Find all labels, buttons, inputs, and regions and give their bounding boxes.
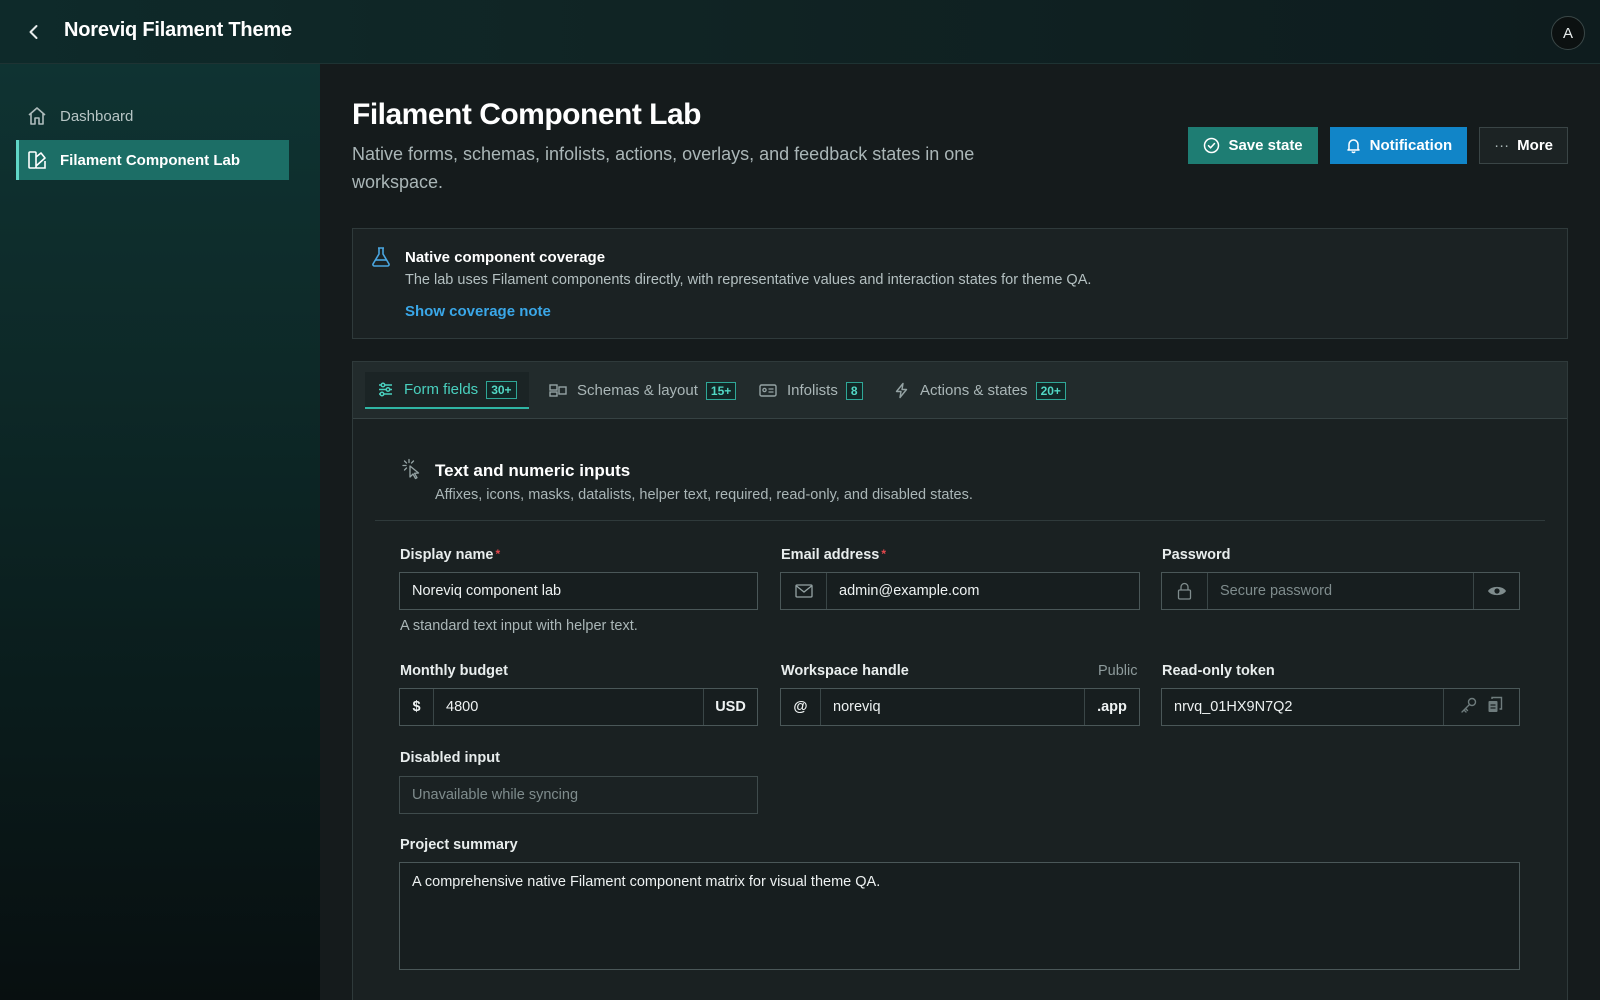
check-circle-icon — [1203, 137, 1220, 154]
sidebar-item-dashboard[interactable]: Dashboard — [16, 96, 289, 136]
top-bar: Noreviq Filament Theme A — [0, 0, 1600, 64]
sidebar-item-label: Filament Component Lab — [60, 151, 240, 169]
cursor-click-icon — [401, 458, 423, 485]
tab-count-badge: 30+ — [486, 380, 517, 399]
show-coverage-note-link[interactable]: Show coverage note — [405, 303, 551, 320]
email-field[interactable]: admin@example.com — [780, 572, 1140, 610]
tab-bar: Form fields 30+ Schemas & layout 15+ Inf… — [353, 362, 1567, 419]
required-asterisk: * — [881, 547, 886, 561]
back-arrow-icon[interactable] — [22, 20, 46, 44]
eye-icon[interactable] — [1473, 573, 1519, 609]
password-field[interactable]: Secure password — [1161, 572, 1520, 610]
sidebar: Dashboard Filament Component Lab — [0, 64, 320, 1000]
disabled-input-field: Unavailable while syncing — [399, 776, 758, 814]
sliders-icon — [377, 381, 394, 398]
disabled-input-label: Disabled input — [400, 750, 500, 766]
tab-form-fields[interactable]: Form fields 30+ — [365, 372, 529, 409]
avatar[interactable]: A — [1551, 16, 1585, 50]
monthly-budget-field[interactable]: $ 4800 USD — [399, 688, 758, 726]
palette-icon — [26, 149, 48, 171]
save-state-button[interactable]: Save state — [1188, 127, 1318, 164]
password-label: Password — [1162, 547, 1231, 563]
monthly-budget-label: Monthly budget — [400, 663, 508, 679]
tab-actions-states[interactable]: Actions & states 20+ — [881, 372, 1078, 409]
sidebar-item-label: Dashboard — [60, 107, 134, 125]
handle-prefix: @ — [781, 689, 821, 725]
lock-icon — [1162, 573, 1208, 609]
display-name-help: A standard text input with helper text. — [400, 618, 638, 634]
bell-icon — [1345, 137, 1362, 154]
envelope-icon — [781, 573, 827, 609]
display-name-label: Display name * — [400, 547, 501, 563]
required-asterisk: * — [495, 547, 501, 561]
tab-count-badge: 20+ — [1035, 381, 1066, 400]
tab-count-badge: 15+ — [705, 381, 737, 400]
id-card-icon — [759, 382, 777, 399]
header-actions: Save state Notification ··· More — [1188, 127, 1568, 164]
app-title: Noreviq Filament Theme — [64, 19, 292, 41]
flask-icon — [369, 245, 393, 274]
tabs-panel: Form fields 30+ Schemas & layout 15+ Inf… — [352, 361, 1568, 1000]
currency-suffix: USD — [703, 689, 757, 725]
workspace-handle-field[interactable]: @ noreviq .app — [780, 688, 1140, 726]
more-button[interactable]: ··· More — [1479, 127, 1568, 164]
page-subtitle: Native forms, schemas, infolists, action… — [352, 144, 975, 192]
main-content: Filament Component Lab Native forms, sch… — [320, 64, 1600, 1000]
read-only-token-field[interactable]: nrvq_01HX9N7Q2 — [1161, 688, 1520, 726]
section-title: Text and numeric inputs — [435, 461, 631, 480]
layout-icon — [549, 382, 567, 399]
home-icon — [26, 105, 48, 127]
bolt-icon — [893, 382, 910, 399]
callout-title: Native component coverage — [405, 249, 606, 266]
email-label: Email address * — [781, 547, 886, 563]
currency-prefix: $ — [400, 689, 434, 725]
project-summary-label: Project summary — [400, 837, 518, 853]
key-icon[interactable] — [1460, 696, 1478, 718]
tab-schemas-layout[interactable]: Schemas & layout 15+ — [537, 372, 748, 409]
tab-count-badge: 8 — [845, 381, 863, 400]
read-only-token-label: Read-only token — [1162, 663, 1275, 679]
ellipsis-icon: ··· — [1494, 137, 1510, 154]
notification-button[interactable]: Notification — [1329, 127, 1468, 164]
callout-text: The lab uses Filament components directl… — [405, 272, 1092, 288]
project-summary-textarea[interactable]: A comprehensive native Filament componen… — [399, 862, 1520, 970]
section-divider — [375, 520, 1545, 521]
copy-icon[interactable] — [1487, 696, 1503, 718]
sidebar-item-component-lab[interactable]: Filament Component Lab — [16, 140, 289, 180]
handle-suffix: .app — [1084, 689, 1139, 725]
section-description: Affixes, icons, masks, datalists, helper… — [435, 487, 973, 503]
workspace-handle-label: Workspace handle — [781, 663, 909, 679]
display-name-field[interactable]: Noreviq component lab — [399, 572, 758, 610]
workspace-handle-hint: Public — [1098, 663, 1138, 679]
tab-infolists[interactable]: Infolists 8 — [747, 372, 875, 409]
coverage-callout: Native component coverage The lab uses F… — [352, 228, 1568, 339]
page-title: Filament Component Lab — [352, 98, 702, 131]
